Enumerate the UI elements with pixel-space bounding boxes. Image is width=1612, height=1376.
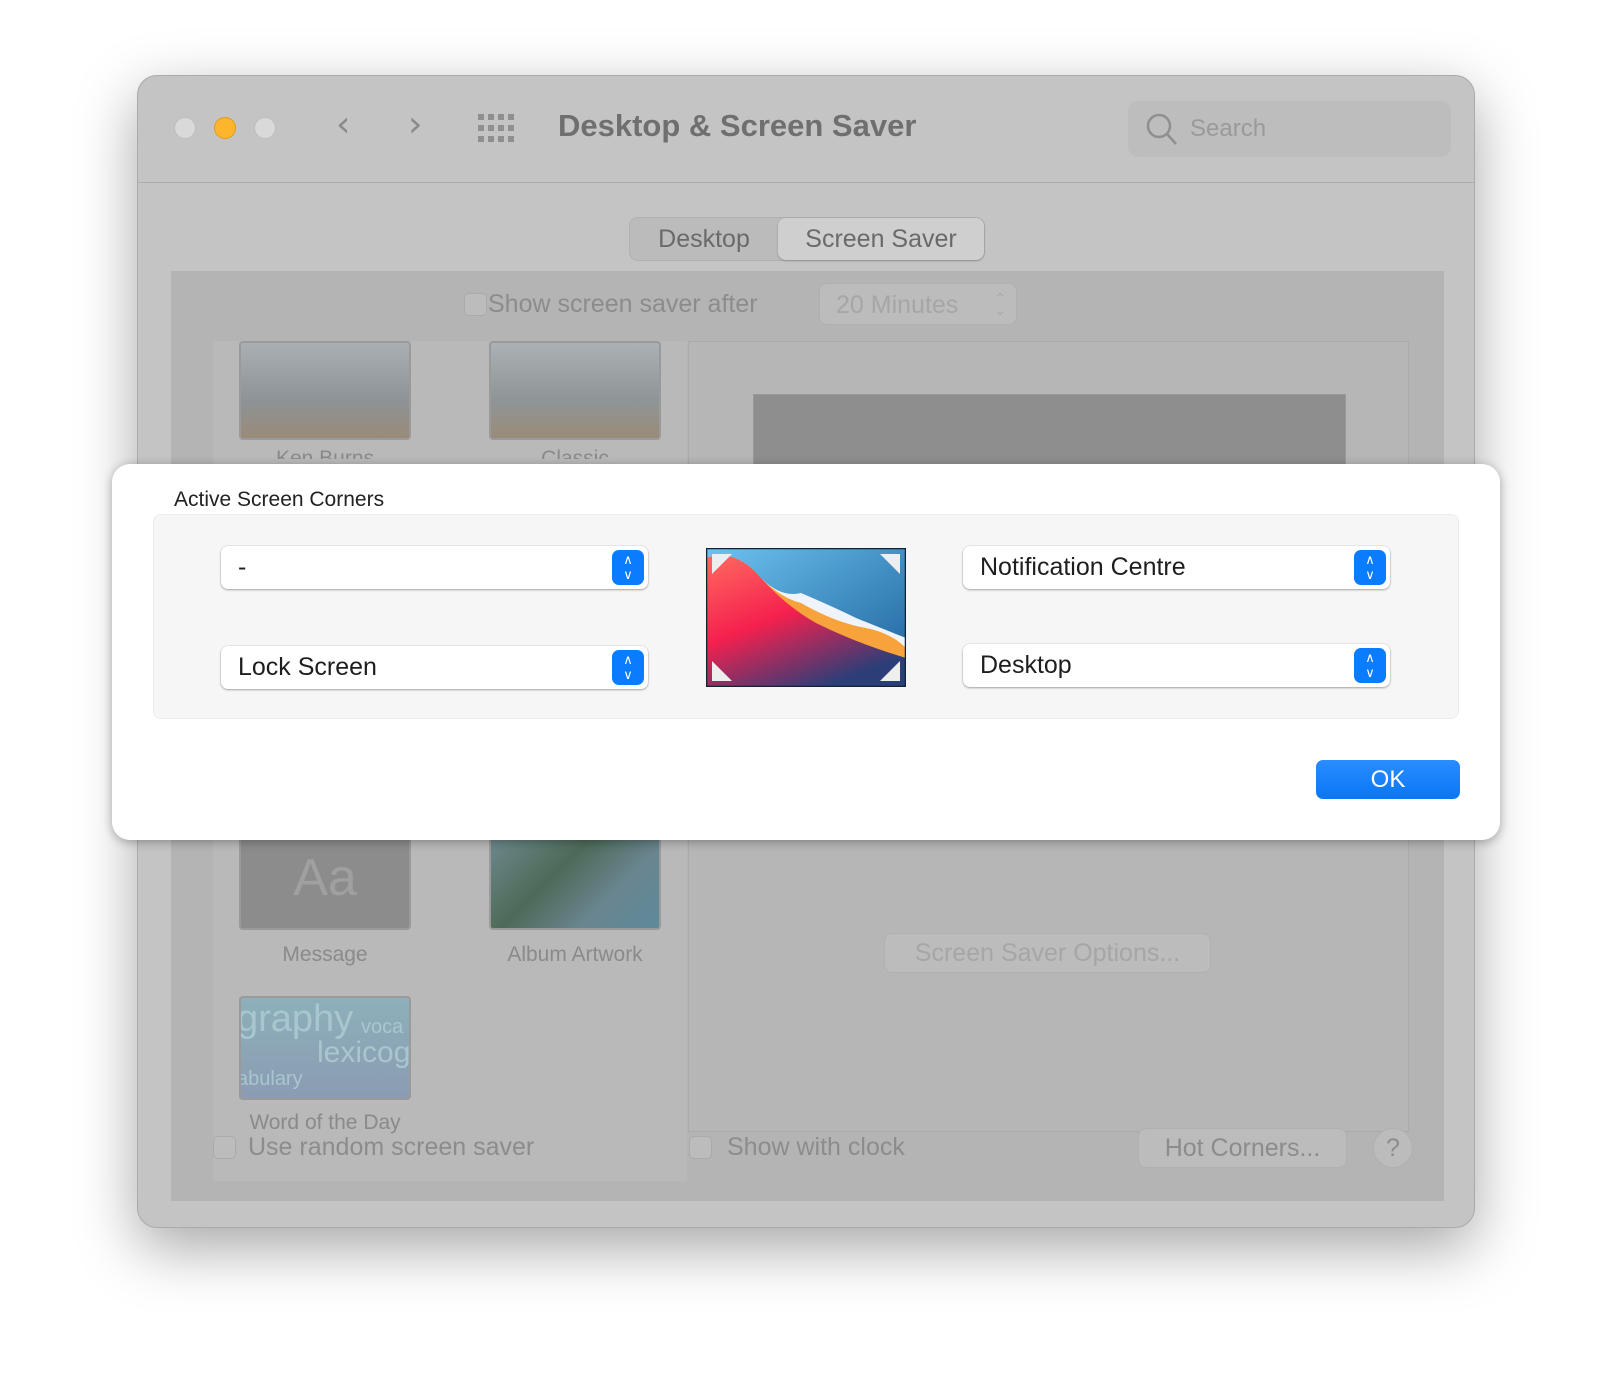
ok-button[interactable]: OK <box>1316 760 1460 799</box>
hot-corners-button[interactable]: Hot Corners... <box>1138 1128 1347 1168</box>
back-chevron-icon[interactable]: ‹ <box>336 104 350 145</box>
updown-icon: ∧ ∨ <box>1354 550 1386 585</box>
window-title: Desktop & Screen Saver <box>558 108 917 143</box>
screen-preview-image <box>706 548 906 687</box>
saver-thumb-classic[interactable] <box>489 341 661 440</box>
show-after-value: 20 Minutes <box>836 291 959 319</box>
show-clock-label: Show with clock <box>727 1133 905 1161</box>
random-saver-label: Use random screen saver <box>248 1133 535 1161</box>
saver-thumb-ken-burns[interactable] <box>239 341 411 440</box>
search-input[interactable]: Search <box>1128 101 1451 157</box>
popup-value: Notification Centre <box>980 553 1186 581</box>
saver-thumb-word-of-the-day[interactable]: graphy voca lexicog abulary <box>239 996 411 1100</box>
forward-chevron-icon[interactable]: › <box>408 104 422 145</box>
close-button[interactable] <box>174 117 196 139</box>
updown-icon: ⌃ ⌄ <box>994 290 1006 318</box>
button-label: Hot Corners... <box>1164 1134 1321 1162</box>
popup-value: Desktop <box>980 651 1072 679</box>
search-icon <box>1146 113 1177 145</box>
updown-icon: ∧ ∨ <box>1354 648 1386 683</box>
top-left-corner-popup[interactable]: - ∧ ∨ <box>221 546 648 589</box>
saver-label: Message <box>282 943 368 966</box>
corners-group: - ∧ ∨ Lock Screen ∧ ∨ Notification Centre ∧ ∨ … <box>153 514 1459 719</box>
dialog-title: Active Screen Corners <box>174 488 385 511</box>
thumb-word: lexicog <box>317 1036 411 1069</box>
saver-label: Classic <box>541 447 609 459</box>
thumb-word: graphy <box>239 998 354 1040</box>
saver-label: Album Artwork <box>507 943 643 966</box>
random-saver-checkbox[interactable] <box>213 1136 236 1159</box>
popup-value: - <box>238 553 247 581</box>
top-right-corner-popup[interactable]: Notification Centre ∧ ∨ <box>963 546 1390 589</box>
saver-thumb-album-artwork[interactable] <box>489 831 661 930</box>
grid-icon[interactable] <box>478 114 514 142</box>
show-clock-checkbox[interactable] <box>689 1136 712 1159</box>
toolbar-divider <box>138 182 1474 183</box>
saver-label: Word of the Day <box>249 1111 401 1134</box>
show-after-checkbox[interactable] <box>464 293 487 316</box>
updown-icon: ∧ ∨ <box>612 650 644 685</box>
thumb-word: abulary <box>239 1068 303 1090</box>
saver-thumb-message[interactable]: Aa <box>239 831 411 930</box>
tab-desktop[interactable]: Desktop <box>630 218 778 260</box>
screen-saver-options-button[interactable]: Screen Saver Options... <box>884 933 1211 973</box>
zoom-button[interactable] <box>254 117 276 139</box>
help-button[interactable]: ? <box>1373 1128 1413 1168</box>
help-icon: ? <box>1386 1134 1400 1162</box>
updown-icon: ∧ ∨ <box>612 550 644 585</box>
minimize-button[interactable] <box>214 117 236 139</box>
saver-label: Ken Burns <box>275 447 375 459</box>
tab-screen-saver[interactable]: Screen Saver <box>778 218 984 260</box>
search-placeholder: Search <box>1190 115 1267 142</box>
show-after-popup[interactable]: 20 Minutes ⌃ ⌄ <box>819 283 1017 325</box>
bottom-right-corner-popup[interactable]: Desktop ∧ ∨ <box>963 644 1390 687</box>
popup-value: Lock Screen <box>238 653 377 681</box>
hot-corners-dialog: Active Screen Corners - ∧ ∨ Lock Screen ∧ ∨ … <box>112 464 1500 840</box>
bottom-left-corner-popup[interactable]: Lock Screen ∧ ∨ <box>221 646 648 689</box>
show-after-label: Show screen saver after <box>488 290 758 318</box>
button-label: Screen Saver Options... <box>914 939 1181 967</box>
preview-screen <box>753 394 1346 474</box>
tab-bar: Desktop Screen Saver <box>629 217 985 261</box>
